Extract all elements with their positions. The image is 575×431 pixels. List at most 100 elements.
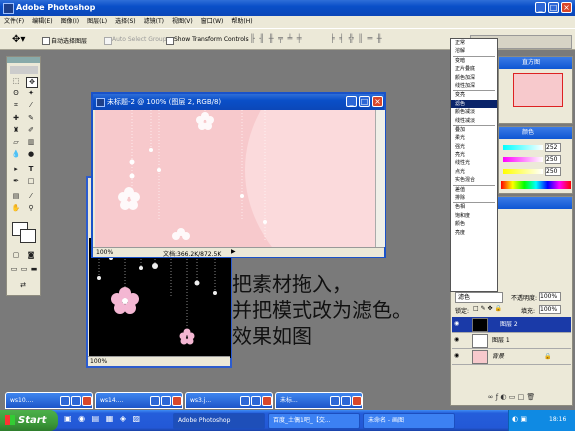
close-button[interactable]: × [561, 2, 572, 13]
blend-item[interactable]: 颜色 [451, 220, 497, 228]
auto-select-groups-checkbox[interactable] [104, 37, 112, 45]
opacity-input[interactable]: 100% [539, 292, 561, 301]
layer-row-2[interactable]: ◉ 图层 2 [452, 317, 571, 333]
zoom-tool-icon[interactable]: ⚲ [26, 204, 36, 213]
color-slider-r[interactable] [503, 145, 543, 150]
start-button[interactable]: Start [0, 410, 58, 431]
move-tool-icon[interactable]: ✥▾ [12, 34, 25, 45]
blend-mode-select[interactable]: 滤色 [455, 292, 503, 303]
close-icon[interactable] [172, 396, 182, 406]
pen-tool-icon[interactable]: ✒ [11, 177, 21, 186]
quickmask-on-icon[interactable]: ◙ [26, 251, 36, 260]
marquee-tool-icon[interactable]: ⬚ [11, 77, 21, 86]
menu-window[interactable]: 窗口(W) [197, 16, 228, 27]
history-brush-icon[interactable]: ✐ [26, 126, 36, 135]
blend-item[interactable]: 亮光 [451, 151, 497, 159]
close-icon[interactable] [82, 396, 92, 406]
minimized-window-4[interactable]: 未标... [275, 392, 363, 409]
menu-view[interactable]: 视图(V) [168, 16, 197, 27]
auto-select-checkbox[interactable] [42, 37, 50, 45]
restore-icon[interactable] [240, 396, 250, 406]
screen-mode-full-menu-icon[interactable]: ▭ [19, 265, 29, 274]
doc-maximize-button[interactable]: □ [359, 96, 370, 107]
jump-to-imageready-icon[interactable]: ⇄ [18, 281, 28, 290]
color-slider-b[interactable] [503, 169, 543, 174]
color-spectrum[interactable] [501, 181, 571, 189]
tools-panel-grip[interactable] [7, 57, 40, 63]
brush-tool-icon[interactable]: ✎ [26, 114, 36, 123]
tab-histogram[interactable]: 直方图 [522, 59, 540, 66]
screen-mode-full-icon[interactable]: ▬ [29, 265, 39, 274]
color-value-r[interactable]: 252 [545, 143, 561, 152]
blend-item-selected[interactable]: 滤色 [451, 99, 497, 109]
maximize-icon[interactable] [251, 396, 261, 406]
taskbar-paint[interactable]: 未命名 - 画图 [363, 413, 455, 429]
hand-tool-icon[interactable]: ✋ [11, 204, 21, 213]
doc-title-bar[interactable]: 未标题-2 @ 100% (图层 2, RGB/8) _ □ × [93, 94, 384, 110]
blur-tool-icon[interactable]: 💧 [11, 150, 21, 159]
menu-help[interactable]: 帮助(H) [227, 16, 256, 27]
blend-item[interactable]: 排除 [451, 194, 497, 202]
restore-icon[interactable] [330, 396, 340, 406]
pink-document-window[interactable]: 未标题-2 @ 100% (图层 2, RGB/8) _ □ × 100% 文档… [91, 92, 386, 258]
doc-minimize-button[interactable]: _ [346, 96, 357, 107]
doc-close-button[interactable]: × [372, 96, 383, 107]
path-select-icon[interactable]: ▸ [11, 165, 21, 174]
restore-icon[interactable] [60, 396, 70, 406]
stamp-tool-icon[interactable]: ♜ [11, 126, 21, 135]
blend-item[interactable]: 线性光 [451, 159, 497, 167]
maximize-button[interactable]: □ [548, 2, 559, 13]
minimized-window-3[interactable]: ws3.j... [185, 392, 273, 409]
blend-item[interactable]: 颜色减淡 [451, 108, 497, 116]
blend-item[interactable]: 色相 [451, 203, 497, 211]
blend-item[interactable]: 亮度 [451, 229, 497, 237]
eye-icon[interactable]: ◉ [454, 353, 461, 359]
eye-icon[interactable]: ◉ [454, 337, 461, 343]
close-icon[interactable] [262, 396, 272, 406]
maximize-icon[interactable] [71, 396, 81, 406]
menu-select[interactable]: 选择(S) [111, 16, 140, 27]
layer-row-background[interactable]: ◉ 背景 🔒 [452, 349, 571, 365]
blend-item[interactable]: 正常 [451, 39, 497, 47]
dodge-tool-icon[interactable]: ● [26, 150, 36, 159]
magic-wand-icon[interactable]: ✦ [26, 89, 36, 98]
eraser-tool-icon[interactable]: ▱ [11, 138, 21, 147]
eye-icon[interactable]: ◉ [454, 321, 461, 327]
shape-tool-icon[interactable]: □ [26, 177, 36, 186]
blend-item[interactable]: 线性加深 [451, 82, 497, 90]
blend-item[interactable]: 正片叠底 [451, 65, 497, 73]
color-slider-g[interactable] [503, 157, 543, 162]
taskbar-baidu[interactable]: 百度_土偶1吧_【交... [268, 413, 360, 429]
blend-item[interactable]: 颜色加深 [451, 74, 497, 82]
blend-item[interactable]: 强光 [451, 143, 497, 151]
blend-item[interactable]: 实色混合 [451, 176, 497, 184]
slice-tool-icon[interactable]: ⁄ [26, 101, 36, 110]
status-arrow-icon[interactable]: ▶ [231, 248, 236, 255]
notes-tool-icon[interactable]: ▤ [11, 192, 21, 201]
type-tool-icon[interactable]: T [26, 165, 36, 174]
tab-color[interactable]: 颜色 [522, 129, 534, 136]
doc-vscroll[interactable] [375, 110, 385, 247]
blend-mode-menu[interactable]: 正常 溶解 变暗 正片叠底 颜色加深 线性加深 变亮 滤色 颜色减淡 线性减淡 … [450, 38, 498, 292]
minimize-button[interactable]: _ [535, 2, 546, 13]
color-value-g[interactable]: 250 [545, 155, 561, 164]
tray-icons[interactable]: ◐ ▣ [512, 415, 527, 423]
blend-item[interactable]: 点光 [451, 168, 497, 176]
restore-icon[interactable] [150, 396, 160, 406]
taskbar-photoshop[interactable]: Adobe Photoshop [173, 413, 265, 429]
gradient-tool-icon[interactable]: ▥ [26, 138, 36, 147]
quick-launch-icons[interactable]: ▣ ◉ ▤ ▦ ◈ ▨ [64, 414, 142, 423]
align-buttons-icon[interactable]: ╟ ╢ ╫ ╤ ╧ ╪ [250, 34, 303, 43]
minimized-window-2[interactable]: ws14.... [95, 392, 183, 409]
color-value-b[interactable]: 250 [545, 167, 561, 176]
blend-item[interactable]: 差值 [451, 186, 497, 194]
minimized-window-1[interactable]: ws10.... [5, 392, 93, 409]
healing-brush-icon[interactable]: ✚ [11, 114, 21, 123]
menu-file[interactable]: 文件(F) [0, 16, 28, 27]
menu-edit[interactable]: 编辑(E) [28, 16, 56, 27]
black-window-zoom[interactable]: 100% [90, 358, 107, 365]
maximize-icon[interactable] [161, 396, 171, 406]
eyedropper-icon[interactable]: ⁄ [26, 192, 36, 201]
menu-layer[interactable]: 图层(L) [83, 16, 111, 27]
blend-item[interactable]: 叠加 [451, 126, 497, 134]
